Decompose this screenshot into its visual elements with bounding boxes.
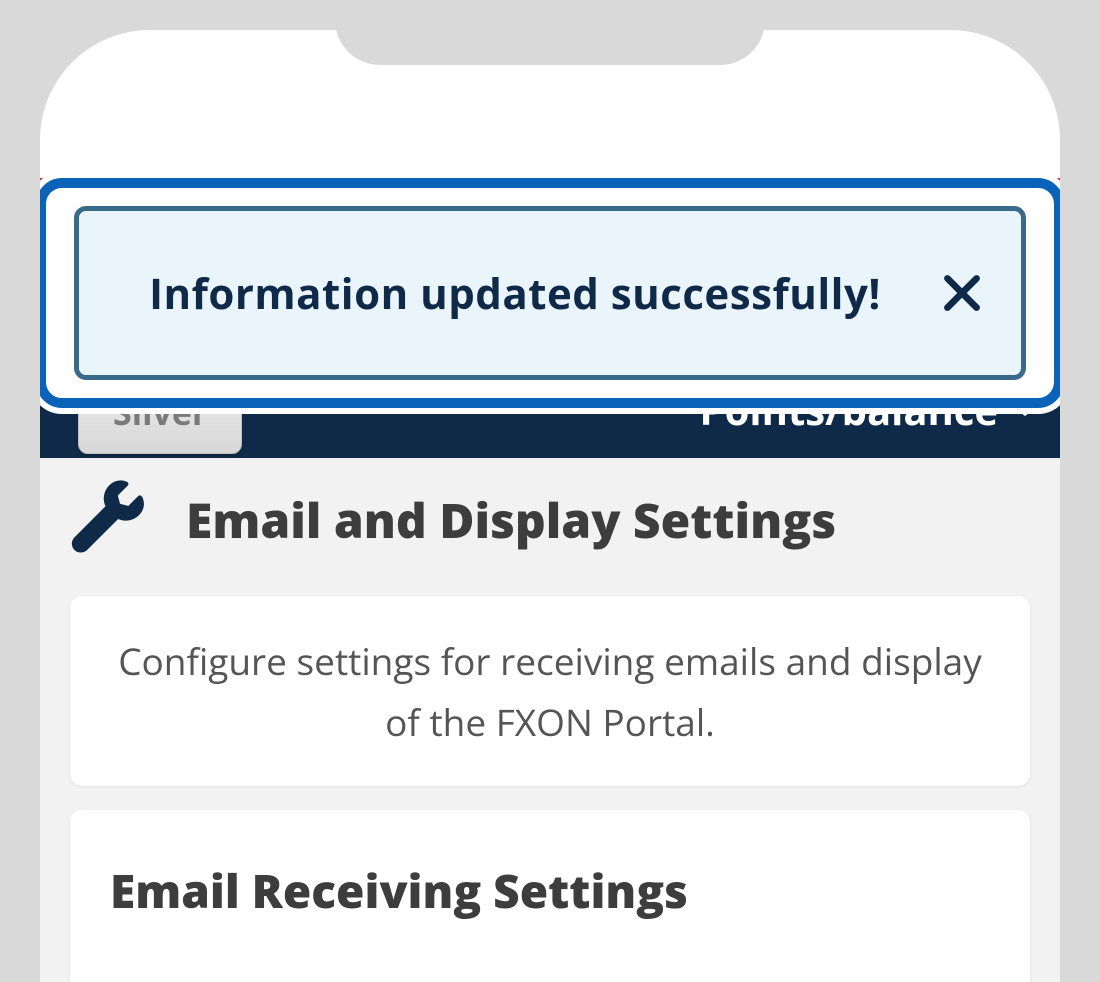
settings-header: Email and Display Settings [70,480,836,561]
toast-notification: Information updated successfully! [74,206,1026,380]
close-icon [937,301,987,323]
section-title: Email Receiving Settings [110,860,990,922]
screen: Silver Points/balance Information update… [40,30,1060,982]
wrench-icon [70,480,146,561]
toast-highlight-frame: Information updated successfully! [40,178,1060,408]
toast-close-button[interactable] [937,268,987,318]
toast-message: Information updated successfully! [149,265,881,322]
phone-frame: Silver Points/balance Information update… [10,0,1090,982]
phone-notch [335,0,765,65]
settings-description: Configure settings for receiving emails … [110,630,990,752]
settings-description-card: Configure settings for receiving emails … [70,596,1030,786]
page-title: Email and Display Settings [186,488,836,553]
email-receiving-section: Email Receiving Settings [70,810,1030,982]
